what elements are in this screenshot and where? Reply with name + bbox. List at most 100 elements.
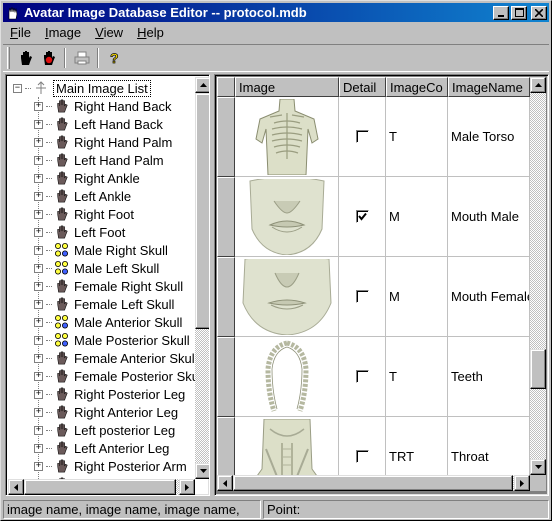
tree-item[interactable]: + Right Ankle bbox=[34, 169, 140, 187]
red-hand-button[interactable] bbox=[37, 47, 60, 69]
expand-toggle[interactable]: + bbox=[34, 191, 43, 201]
row-indicator[interactable] bbox=[217, 337, 235, 417]
tree-item[interactable]: + Male Right Skull bbox=[34, 241, 168, 259]
toolbar-grip[interactable] bbox=[7, 47, 10, 69]
cell-image[interactable] bbox=[235, 177, 339, 257]
cell-image-code[interactable]: T bbox=[386, 337, 448, 417]
scroll-down-button[interactable] bbox=[195, 463, 209, 479]
cell-image[interactable] bbox=[235, 97, 339, 177]
detail-checkbox[interactable] bbox=[355, 210, 369, 223]
cell-image-code[interactable]: M bbox=[386, 177, 448, 257]
menu-image[interactable]: Image bbox=[38, 25, 88, 40]
tree-view[interactable]: − Main Image List + Right Hand Back + Left … bbox=[8, 77, 195, 479]
scroll-thumb[interactable] bbox=[530, 349, 546, 389]
cell-image-code[interactable]: TRT bbox=[386, 417, 448, 475]
title-bar[interactable]: Avatar Image Database Editor -- protocol… bbox=[3, 3, 549, 22]
table-row[interactable]: T Teeth bbox=[217, 337, 530, 417]
tree-item[interactable]: + Female Posterior Sku bbox=[34, 367, 195, 385]
tree-item[interactable]: + Right Foot bbox=[34, 205, 134, 223]
detail-checkbox[interactable] bbox=[355, 290, 369, 303]
expand-toggle[interactable]: + bbox=[34, 335, 43, 345]
scroll-thumb[interactable] bbox=[233, 475, 513, 491]
cell-image-code[interactable]: T bbox=[386, 97, 448, 177]
scroll-right-button[interactable] bbox=[514, 475, 530, 491]
scroll-thumb[interactable] bbox=[24, 479, 176, 495]
tree-item[interactable]: + Female Anterior Skull bbox=[34, 349, 195, 367]
image-grid[interactable]: Image Detail ImageCo ImageName T Male Tor… bbox=[214, 74, 549, 496]
menu-file[interactable]: File bbox=[3, 25, 38, 40]
row-indicator[interactable] bbox=[217, 417, 235, 475]
table-row[interactable]: M Mouth Female bbox=[217, 257, 530, 337]
expand-toggle[interactable]: + bbox=[34, 119, 43, 129]
table-row[interactable]: TRT Throat bbox=[217, 417, 530, 475]
cell-image-name[interactable]: Male Torso bbox=[448, 97, 530, 177]
tree-item[interactable]: + Male Anterior Skull bbox=[34, 313, 182, 331]
tree-item[interactable]: + Right Anterior Leg bbox=[34, 403, 178, 421]
column-header-image[interactable]: Image bbox=[235, 77, 339, 97]
detail-checkbox[interactable] bbox=[355, 130, 369, 143]
expand-toggle[interactable]: + bbox=[34, 353, 43, 363]
expand-toggle[interactable]: + bbox=[34, 299, 43, 309]
expand-toggle[interactable]: + bbox=[34, 101, 43, 111]
tree-item[interactable]: + Male Posterior Skull bbox=[34, 331, 190, 349]
expand-toggle[interactable]: + bbox=[34, 461, 43, 471]
tree-item[interactable]: + Left Hand Palm bbox=[34, 151, 164, 169]
scroll-down-button[interactable] bbox=[530, 459, 546, 475]
expand-toggle[interactable]: + bbox=[34, 245, 43, 255]
grid-horizontal-scrollbar[interactable] bbox=[217, 475, 530, 491]
tree-item[interactable]: + Right Hand Palm bbox=[34, 133, 172, 151]
cell-image-name[interactable]: Teeth bbox=[448, 337, 530, 417]
tree-item[interactable]: + Right Posterior Arm bbox=[34, 457, 187, 475]
scroll-thumb[interactable] bbox=[195, 93, 209, 329]
open-hand-button[interactable] bbox=[14, 47, 37, 69]
cell-image[interactable] bbox=[235, 417, 339, 475]
cell-image-name[interactable]: Throat bbox=[448, 417, 530, 475]
grid-vertical-scrollbar[interactable] bbox=[530, 77, 546, 475]
expand-toggle[interactable]: + bbox=[34, 281, 43, 291]
tree-item[interactable]: + Right Hand Back bbox=[34, 97, 172, 115]
expand-toggle[interactable]: + bbox=[34, 227, 43, 237]
scroll-left-button[interactable] bbox=[217, 475, 233, 491]
tree-root-node[interactable]: − Main Image List bbox=[13, 79, 151, 97]
minimize-button[interactable] bbox=[493, 5, 509, 20]
tree-item[interactable]: + Left posterior Leg bbox=[34, 421, 175, 439]
image-tree[interactable]: − Main Image List + Right Hand Back + Left … bbox=[5, 74, 210, 496]
expand-toggle[interactable]: + bbox=[34, 407, 43, 417]
expand-toggle[interactable]: + bbox=[34, 155, 43, 165]
grid-view[interactable]: Image Detail ImageCo ImageName T Male Tor… bbox=[217, 77, 530, 475]
cell-image-code[interactable]: M bbox=[386, 257, 448, 337]
maximize-button[interactable] bbox=[511, 5, 527, 20]
expand-toggle[interactable]: + bbox=[34, 443, 43, 453]
tree-item[interactable]: + Female Left Skull bbox=[34, 295, 174, 313]
tree-item[interactable]: + Right Posterior Leg bbox=[34, 385, 185, 403]
tree-item[interactable]: + Male Left Skull bbox=[34, 259, 159, 277]
menu-help[interactable]: Help bbox=[130, 25, 171, 40]
help-button[interactable]: ? bbox=[103, 47, 126, 69]
expand-toggle[interactable]: + bbox=[34, 389, 43, 399]
expand-toggle[interactable]: + bbox=[34, 371, 43, 381]
row-indicator[interactable] bbox=[217, 257, 235, 337]
print-button[interactable] bbox=[70, 47, 93, 69]
expand-toggle[interactable]: + bbox=[34, 209, 43, 219]
row-indicator[interactable] bbox=[217, 177, 235, 257]
expand-toggle[interactable]: + bbox=[34, 263, 43, 273]
cell-image-name[interactable]: Mouth Female bbox=[448, 257, 530, 337]
column-header-detail[interactable]: Detail bbox=[339, 77, 386, 97]
scroll-up-button[interactable] bbox=[195, 77, 209, 93]
scroll-left-button[interactable] bbox=[8, 479, 24, 495]
expand-toggle[interactable]: + bbox=[34, 425, 43, 435]
tree-item[interactable]: + Left Foot bbox=[34, 223, 125, 241]
tree-item[interactable]: + Female Right Skull bbox=[34, 277, 183, 295]
tree-item[interactable]: + Left Ankle bbox=[34, 187, 131, 205]
expand-toggle[interactable]: + bbox=[34, 137, 43, 147]
table-row[interactable]: M Mouth Male bbox=[217, 177, 530, 257]
detail-checkbox[interactable] bbox=[355, 450, 369, 463]
row-indicator[interactable] bbox=[217, 97, 235, 177]
tree-vertical-scrollbar[interactable] bbox=[195, 77, 209, 479]
cell-image[interactable] bbox=[235, 337, 339, 417]
close-button[interactable] bbox=[531, 5, 547, 20]
expand-toggle[interactable]: + bbox=[34, 317, 43, 327]
detail-checkbox[interactable] bbox=[355, 370, 369, 383]
column-header-imagecode[interactable]: ImageCo bbox=[386, 77, 448, 97]
scroll-up-button[interactable] bbox=[530, 77, 546, 93]
